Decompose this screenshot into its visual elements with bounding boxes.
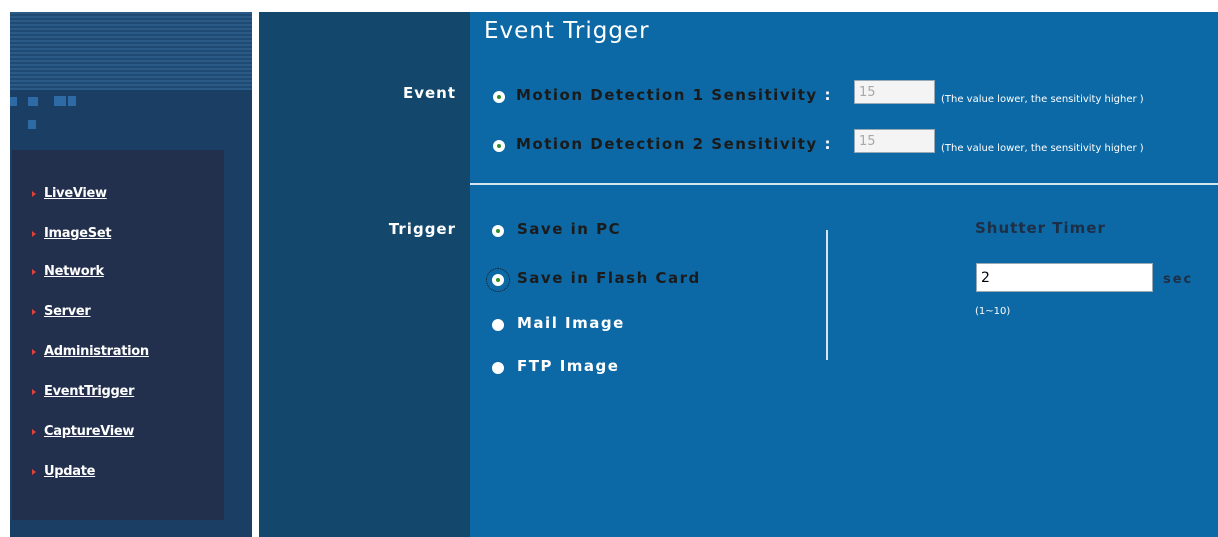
nav-item-update[interactable]: Update xyxy=(32,462,95,482)
nav-menu: LiveView ImageSet Network Server Adminis… xyxy=(12,150,224,520)
decorative-square xyxy=(28,97,38,106)
nav-item-label: ImageSet xyxy=(44,226,112,241)
decorative-square xyxy=(28,120,36,129)
shutter-timer-input[interactable] xyxy=(976,263,1153,292)
arrow-right-icon xyxy=(32,190,36,197)
colon-text: : xyxy=(824,86,832,104)
motion-detection-1-sensitivity-input[interactable] xyxy=(854,80,935,104)
mail-image-label: Mail Image xyxy=(517,314,625,332)
nav-item-server[interactable]: Server xyxy=(32,302,91,322)
section-divider xyxy=(470,183,1218,185)
nav-item-label: Administration xyxy=(44,344,149,359)
shutter-timer-unit: sec xyxy=(1163,272,1194,287)
save-in-pc-radio[interactable] xyxy=(492,225,504,237)
motion-detection-1-radio[interactable] xyxy=(493,91,505,103)
nav-item-network[interactable]: Network xyxy=(32,262,104,282)
save-in-flash-card-radio[interactable] xyxy=(486,268,510,292)
arrow-right-icon xyxy=(32,468,36,475)
mail-image-radio[interactable] xyxy=(492,319,504,331)
motion-detection-2-label: Motion Detection 2 Sensitivity : xyxy=(516,135,832,153)
nav-item-label: Server xyxy=(44,304,91,319)
page-title: Event Trigger xyxy=(484,18,650,44)
nav-item-captureview[interactable]: CaptureView xyxy=(32,422,134,442)
section-label-column: Event Trigger xyxy=(259,12,470,537)
nav-item-imageset[interactable]: ImageSet xyxy=(32,224,112,244)
arrow-right-icon xyxy=(32,428,36,435)
save-in-pc-label: Save in PC xyxy=(517,220,622,238)
shutter-timer-range: (1~10) xyxy=(975,306,1011,317)
sidebar: LiveView ImageSet Network Server Adminis… xyxy=(10,12,252,537)
motion-detection-2-radio[interactable] xyxy=(493,140,505,152)
shutter-timer-title: Shutter Timer xyxy=(975,219,1106,237)
event-section-label: Event xyxy=(402,84,456,102)
decorative-square xyxy=(10,97,17,106)
nav-item-eventtrigger[interactable]: EventTrigger xyxy=(32,382,134,402)
nav-item-label: Network xyxy=(44,264,104,279)
nav-item-administration[interactable]: Administration xyxy=(32,342,149,362)
motion-detection-2-text: Motion Detection 2 Sensitivity xyxy=(516,135,818,153)
colon-text: : xyxy=(824,135,832,153)
arrow-right-icon xyxy=(32,348,36,355)
nav-item-label: EventTrigger xyxy=(44,384,135,399)
nav-item-label: LiveView xyxy=(44,186,107,201)
main-content: Event Trigger Motion Detection 1 Sensiti… xyxy=(470,12,1218,537)
motion-detection-2-sensitivity-input[interactable] xyxy=(854,129,935,153)
nav-item-label: Update xyxy=(44,464,96,479)
arrow-right-icon xyxy=(32,388,36,395)
arrow-right-icon xyxy=(32,268,36,275)
arrow-right-icon xyxy=(32,230,36,237)
motion-detection-1-hint: (The value lower, the sensitivity higher… xyxy=(941,94,1144,105)
trigger-section-label: Trigger xyxy=(388,220,456,238)
ftp-image-label: FTP Image xyxy=(517,357,620,375)
decorative-square xyxy=(68,96,76,106)
nav-item-label: CaptureView xyxy=(44,424,135,439)
arrow-right-icon xyxy=(32,308,36,315)
motion-detection-1-text: Motion Detection 1 Sensitivity xyxy=(516,86,818,104)
ftp-image-radio[interactable] xyxy=(492,362,504,374)
nav-item-liveview[interactable]: LiveView xyxy=(32,184,107,204)
motion-detection-1-label: Motion Detection 1 Sensitivity : xyxy=(516,86,832,104)
save-in-flash-card-label: Save in Flash Card xyxy=(517,269,701,287)
trigger-vertical-divider xyxy=(826,230,828,360)
motion-detection-2-hint: (The value lower, the sensitivity higher… xyxy=(941,143,1144,154)
sidebar-banner-stripes xyxy=(10,12,252,90)
decorative-square xyxy=(54,96,66,106)
